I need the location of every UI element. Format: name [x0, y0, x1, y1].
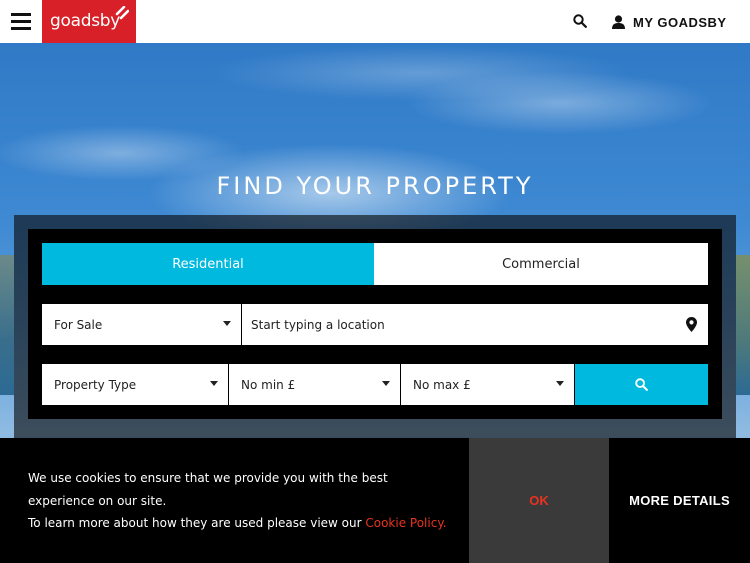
cookie-line-2-text: To learn more about how they are used pl…: [28, 516, 366, 530]
cookie-policy-link[interactable]: Cookie Policy.: [365, 516, 446, 530]
map-pin-icon: [686, 317, 697, 332]
hamburger-icon[interactable]: [11, 13, 31, 31]
account-label: MY GOADSBY: [633, 14, 727, 30]
site-header: goadsby MY GOADSBY: [0, 0, 750, 43]
logo-slash-mark: [115, 6, 129, 20]
min-price-select[interactable]: No min £: [229, 364, 400, 405]
cookie-ok-button[interactable]: OK: [469, 438, 609, 563]
search-icon[interactable]: [573, 13, 589, 29]
cookie-message: We use cookies to ensure that we provide…: [28, 467, 448, 535]
property-type-select[interactable]: Property Type: [42, 364, 228, 405]
search-submit-button[interactable]: [575, 364, 708, 405]
cookie-line-1: We use cookies to ensure that we provide…: [28, 471, 388, 508]
cookie-more-details-button[interactable]: MORE DETAILS: [609, 438, 750, 563]
user-icon: [612, 15, 625, 29]
hero-coast-left: [0, 255, 14, 395]
max-price-value: No max £: [413, 377, 471, 392]
cookie-banner: We use cookies to ensure that we provide…: [0, 438, 750, 563]
cookie-line-2: To learn more about how they are used pl…: [28, 512, 448, 535]
location-input[interactable]: Start typing a location: [242, 304, 708, 345]
my-goadsby-link[interactable]: MY GOADSBY: [612, 12, 727, 32]
caret-down-icon: [223, 321, 231, 326]
tab-residential[interactable]: Residential: [42, 243, 374, 285]
min-price-value: No min £: [241, 377, 296, 392]
tab-commercial[interactable]: Commercial: [374, 243, 708, 285]
property-type-value: Property Type: [54, 377, 137, 392]
sale-type-value: For Sale: [54, 317, 103, 332]
location-placeholder: Start typing a location: [251, 317, 385, 332]
logo-text: goadsby: [50, 11, 121, 31]
caret-down-icon: [210, 381, 218, 386]
hero-coast-right: [736, 255, 750, 395]
search-icon: [635, 378, 648, 391]
caret-down-icon: [382, 381, 390, 386]
hero-title: FIND YOUR PROPERTY: [216, 172, 534, 200]
sale-type-select[interactable]: For Sale: [42, 304, 241, 345]
max-price-select[interactable]: No max £: [401, 364, 574, 405]
caret-down-icon: [556, 381, 564, 386]
goadsby-logo[interactable]: goadsby: [42, 0, 136, 43]
